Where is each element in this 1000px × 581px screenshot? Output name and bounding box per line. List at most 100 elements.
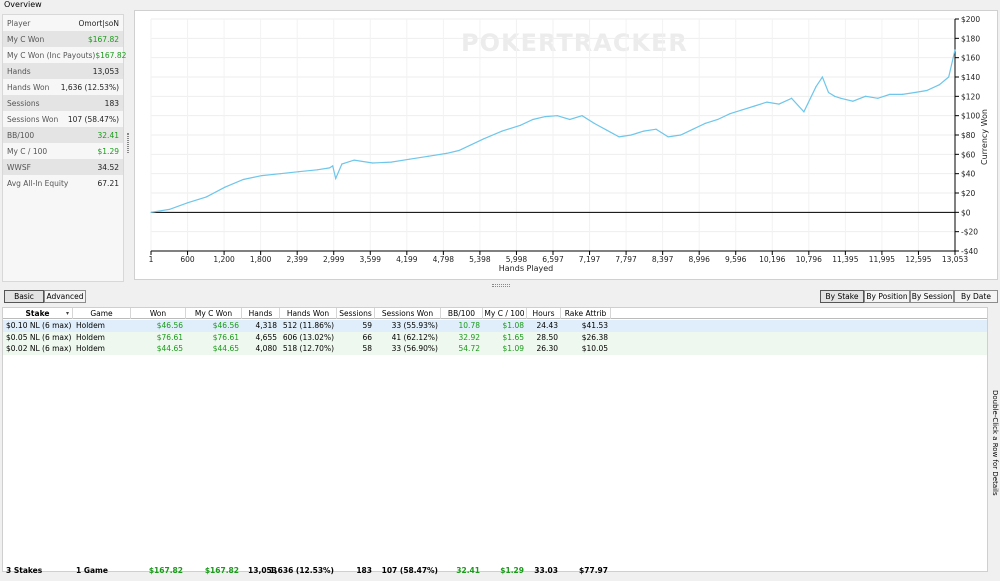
y-tick-label: $80: [961, 131, 976, 140]
stat-value: 32.41: [97, 130, 119, 140]
data-point: [655, 128, 657, 130]
cell-hands-won: 606 (13.02%): [282, 332, 334, 342]
data-point: [593, 122, 595, 124]
report-panel: Basic Advanced By Stake By Position By S…: [0, 289, 1000, 581]
data-point: [938, 84, 941, 86]
watermark-logo: POKERTRACKER: [461, 29, 688, 57]
stat-value: $167.82: [95, 50, 127, 60]
column-header-hands[interactable]: Hands: [242, 308, 280, 319]
data-point: [778, 103, 780, 105]
cell-hours: 28.50: [536, 332, 558, 342]
data-point: [427, 155, 429, 157]
stat-value: $1.29: [97, 146, 119, 156]
stat-row-hands-won: Hands Won 1,636 (12.53%): [3, 79, 123, 95]
cell-hours: 26.30: [536, 344, 558, 354]
table-row[interactable]: $0.05 NL (6 max) Holdem $76.61 $76.61 4,…: [3, 331, 987, 343]
tab-by-session[interactable]: By Session: [910, 290, 954, 303]
stat-row-sessions-won: Sessions Won 107 (58.47%): [3, 111, 123, 127]
data-point: [606, 129, 608, 131]
column-header-stake[interactable]: Stake ▾: [3, 308, 73, 319]
column-header-game[interactable]: Game: [73, 308, 131, 319]
y-axis-label: Currency Won: [980, 109, 989, 165]
cell-sessions: 66: [362, 332, 372, 342]
x-tick-label: 5,998: [506, 255, 528, 264]
cell-my-c-won: $76.61: [212, 332, 239, 342]
cell-sessions-won: 33 (55.93%): [391, 321, 438, 331]
cell-bb-100: 32.92: [458, 332, 480, 342]
x-tick-label: 11,995: [869, 255, 895, 264]
cell-hours: 24.43: [536, 321, 558, 331]
cell-game: Holdem: [76, 321, 105, 331]
table-row[interactable]: $0.10 NL (6 max) Holdem $46.56 $46.56 4,…: [3, 320, 987, 332]
cell-won: $46.56: [156, 321, 183, 331]
x-tick-label: 4,798: [433, 255, 455, 264]
overview-title: Overview: [4, 0, 42, 9]
vertical-splitter[interactable]: [127, 133, 129, 153]
x-tick-label: 2,399: [286, 255, 308, 264]
stat-row-bb-100: BB/100 32.41: [3, 127, 123, 143]
column-header-bb-100[interactable]: BB/100: [441, 308, 483, 319]
data-point: [926, 89, 928, 92]
data-point: [680, 134, 682, 136]
cell-stake: $0.02 NL (6 max): [6, 344, 72, 354]
data-point: [948, 76, 950, 78]
tab-basic[interactable]: Basic: [4, 290, 44, 303]
column-header-my-c-100[interactable]: My C / 100: [483, 308, 527, 319]
column-header-rake-attrib[interactable]: Rake Attrib: [561, 308, 611, 319]
cell-hands-won: 512 (11.86%): [282, 321, 334, 331]
y-tick-label: $60: [961, 150, 976, 159]
data-point: [704, 122, 706, 124]
y-tick-label: $140: [961, 73, 980, 82]
data-point: [741, 109, 743, 111]
column-header-hours[interactable]: Hours: [527, 308, 561, 319]
column-header-sessions-won[interactable]: Sessions Won: [375, 308, 441, 319]
column-header-my-c-won[interactable]: My C Won: [186, 308, 242, 319]
column-header-hands-won[interactable]: Hands Won: [280, 308, 337, 319]
cell-rake-attrib: $26.38: [581, 332, 608, 342]
cell-sessions: 59: [362, 321, 372, 331]
table-row[interactable]: $0.02 NL (6 max) Holdem $44.65 $44.65 4,…: [3, 343, 987, 355]
data-point: [840, 97, 842, 99]
summary-sessions: 183: [356, 566, 372, 575]
tab-by-position[interactable]: By Position: [864, 290, 910, 303]
data-point: [827, 91, 830, 94]
column-header-sessions[interactable]: Sessions: [337, 308, 375, 319]
stat-row-player: Player Omort|soN: [3, 15, 123, 31]
stat-label: Hands Won: [7, 82, 50, 92]
stat-value: 34.52: [97, 162, 119, 172]
y-tick-label: $160: [961, 54, 980, 63]
x-tick-label: 3,599: [360, 255, 382, 264]
tab-by-date[interactable]: By Date: [954, 290, 998, 303]
cell-my-c-100: $1.09: [502, 344, 524, 354]
horizontal-splitter[interactable]: [492, 284, 510, 287]
summary-hours: 33.03: [534, 566, 558, 575]
y-tick-label: $20: [961, 189, 976, 198]
column-header-won[interactable]: Won: [131, 308, 186, 319]
data-point: [445, 152, 448, 154]
cell-sessions-won: 33 (56.90%): [391, 344, 438, 354]
x-tick-label: 8,996: [688, 255, 710, 264]
data-point: [618, 136, 620, 138]
summary-game: 1 Game: [76, 566, 108, 575]
cell-stake: $0.05 NL (6 max): [6, 332, 72, 342]
tab-advanced[interactable]: Advanced: [44, 290, 86, 303]
stat-value: 183: [104, 98, 119, 108]
summary-stake: 3 Stakes: [6, 566, 43, 575]
data-point: [544, 116, 546, 118]
data-point: [519, 124, 522, 126]
data-point: [353, 159, 355, 161]
profit-line-chart: POKERTRACKER 1 600 1,200 1,800 2,399 2,999 3,5…: [149, 15, 989, 273]
stat-label: WWSF: [7, 162, 31, 172]
data-point: [643, 130, 645, 132]
x-axis-ticks: 1 600 1,200 1,800 2,399 2,999 3,599 4,199 4,798 5…: [149, 251, 968, 264]
data-point: [834, 95, 836, 97]
tab-by-stake[interactable]: By Stake: [820, 290, 864, 303]
y-tick-label: -$40: [961, 247, 978, 256]
data-point: [224, 186, 226, 188]
data-point: [877, 97, 879, 99]
stat-row-my-c-won: My C Won $167.82: [3, 31, 123, 47]
x-tick-label: 10,196: [759, 255, 785, 264]
data-point: [630, 134, 632, 136]
cell-hands: 4,318: [255, 321, 277, 331]
cell-game: Holdem: [76, 344, 105, 354]
